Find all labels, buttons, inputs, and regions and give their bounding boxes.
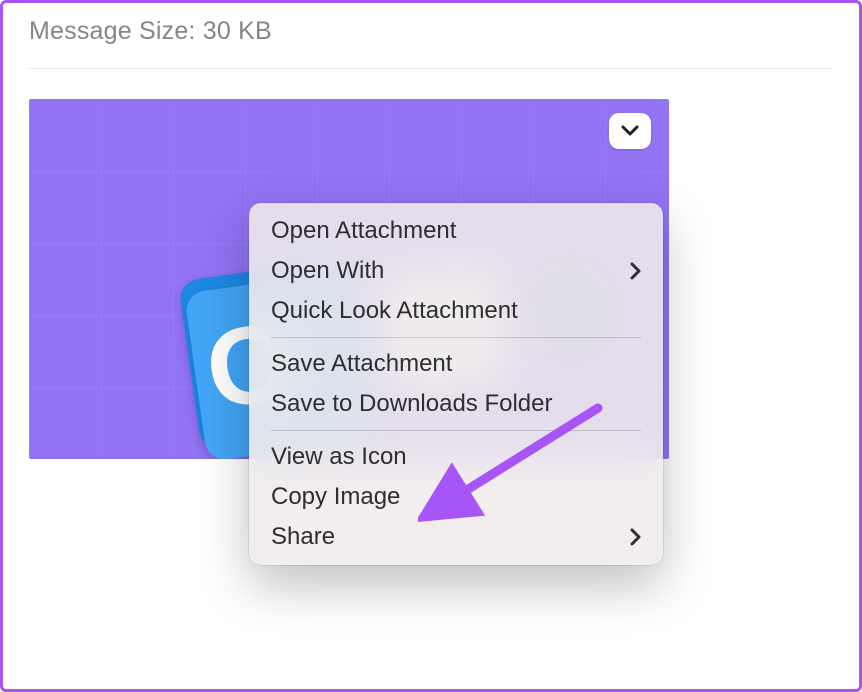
menu-open-attachment[interactable]: Open Attachment — [249, 211, 663, 251]
menu-separator — [271, 337, 641, 338]
menu-item-label: View as Icon — [271, 443, 407, 471]
menu-item-label: Save to Downloads Folder — [271, 390, 552, 418]
menu-save-to-downloads[interactable]: Save to Downloads Folder — [249, 384, 663, 424]
menu-copy-image[interactable]: Copy Image — [249, 477, 663, 517]
menu-item-label: Open Attachment — [271, 217, 456, 245]
menu-separator — [271, 430, 641, 431]
menu-item-label: Quick Look Attachment — [271, 297, 518, 325]
menu-share[interactable]: Share — [249, 517, 663, 557]
menu-quick-look[interactable]: Quick Look Attachment — [249, 291, 663, 331]
menu-item-label: Copy Image — [271, 483, 400, 511]
chevron-down-icon — [621, 125, 639, 137]
context-menu: Open Attachment Open With Quick Look Att… — [249, 203, 663, 565]
chevron-right-icon — [630, 528, 641, 546]
menu-view-as-icon[interactable]: View as Icon — [249, 437, 663, 477]
menu-item-label: Save Attachment — [271, 350, 452, 378]
message-size-label: Message Size: 30 KB — [29, 17, 833, 69]
menu-item-label: Share — [271, 523, 335, 551]
attachment-dropdown-button[interactable] — [609, 113, 651, 149]
menu-save-attachment[interactable]: Save Attachment — [249, 344, 663, 384]
chevron-right-icon — [630, 262, 641, 280]
menu-open-with[interactable]: Open With — [249, 251, 663, 291]
menu-item-label: Open With — [271, 257, 384, 285]
